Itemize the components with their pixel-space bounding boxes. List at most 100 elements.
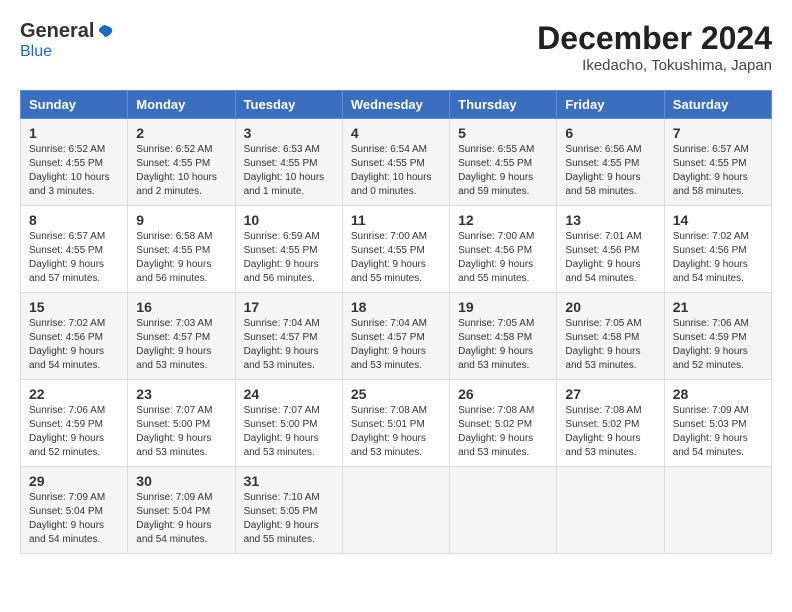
- header-tuesday: Tuesday: [235, 91, 342, 119]
- day-info: Sunrise: 7:05 AMSunset: 4:58 PMDaylight:…: [565, 317, 655, 373]
- calendar-cell: 20 Sunrise: 7:05 AMSunset: 4:58 PMDayligh…: [557, 293, 664, 380]
- day-info: Sunrise: 7:09 AMSunset: 5:03 PMDaylight:…: [673, 404, 763, 460]
- day-number: 7: [673, 125, 763, 141]
- day-info: Sunrise: 7:10 AMSunset: 5:05 PMDaylight:…: [244, 491, 334, 547]
- day-number: 23: [136, 386, 226, 402]
- day-info: Sunrise: 6:59 AMSunset: 4:55 PMDaylight:…: [244, 230, 334, 286]
- calendar-week-row: 1Sunrise: 6:52 AMSunset: 4:55 PMDaylight…: [21, 119, 772, 206]
- day-info: Sunrise: 7:06 AMSunset: 4:59 PMDaylight:…: [673, 317, 763, 373]
- day-info: Sunrise: 7:09 AMSunset: 5:04 PMDaylight:…: [29, 491, 119, 547]
- calendar-cell: 22 Sunrise: 7:06 AMSunset: 4:59 PMDayligh…: [21, 380, 128, 467]
- day-number: 16: [136, 299, 226, 315]
- calendar-cell: 4Sunrise: 6:54 AMSunset: 4:55 PMDaylight…: [342, 119, 449, 206]
- day-number: 19: [458, 299, 548, 315]
- day-number: 2: [136, 125, 226, 141]
- day-info: Sunrise: 6:53 AMSunset: 4:55 PMDaylight:…: [244, 143, 334, 199]
- day-number: 5: [458, 125, 548, 141]
- header-friday: Friday: [557, 91, 664, 119]
- calendar-cell: 6Sunrise: 6:56 AMSunset: 4:55 PMDaylight…: [557, 119, 664, 206]
- header-wednesday: Wednesday: [342, 91, 449, 119]
- header-saturday: Saturday: [664, 91, 771, 119]
- day-info: Sunrise: 6:55 AMSunset: 4:55 PMDaylight:…: [458, 143, 548, 199]
- day-info: Sunrise: 7:03 AMSunset: 4:57 PMDaylight:…: [136, 317, 226, 373]
- day-number: 8: [29, 212, 119, 228]
- day-number: 11: [351, 212, 441, 228]
- day-info: Sunrise: 7:07 AMSunset: 5:00 PMDaylight:…: [136, 404, 226, 460]
- day-info: Sunrise: 7:04 AMSunset: 4:57 PMDaylight:…: [351, 317, 441, 373]
- logo: General Blue: [20, 20, 114, 61]
- calendar-header-row: Sunday Monday Tuesday Wednesday Thursday…: [21, 91, 772, 119]
- day-info: Sunrise: 7:07 AMSunset: 5:00 PMDaylight:…: [244, 404, 334, 460]
- calendar-cell: 26Sunrise: 7:08 AMSunset: 5:02 PMDayligh…: [450, 380, 557, 467]
- day-info: Sunrise: 7:00 AMSunset: 4:55 PMDaylight:…: [351, 230, 441, 286]
- calendar-cell: 2Sunrise: 6:52 AMSunset: 4:55 PMDaylight…: [128, 119, 235, 206]
- calendar-cell: 28 Sunrise: 7:09 AMSunset: 5:03 PMDayligh…: [664, 380, 771, 467]
- day-number: 30: [136, 473, 226, 489]
- day-number: 17: [244, 299, 334, 315]
- day-info: Sunrise: 6:54 AMSunset: 4:55 PMDaylight:…: [351, 143, 441, 199]
- day-number: 28: [673, 386, 763, 402]
- calendar-cell: 5 Sunrise: 6:55 AMSunset: 4:55 PMDaylight…: [450, 119, 557, 206]
- location: Ikedacho, Tokushima, Japan: [537, 57, 772, 74]
- day-number: 27: [565, 386, 655, 402]
- day-number: 26: [458, 386, 548, 402]
- calendar-week-row: 22 Sunrise: 7:06 AMSunset: 4:59 PMDayligh…: [21, 380, 772, 467]
- day-number: 20: [565, 299, 655, 315]
- calendar-cell: 7 Sunrise: 6:57 AMSunset: 4:55 PMDaylight…: [664, 119, 771, 206]
- logo-bird-icon: [96, 23, 114, 41]
- day-number: 3: [244, 125, 334, 141]
- month-title: December 2024: [537, 20, 772, 57]
- calendar-cell: 15Sunrise: 7:02 AMSunset: 4:56 PMDayligh…: [21, 293, 128, 380]
- day-info: Sunrise: 6:57 AMSunset: 4:55 PMDaylight:…: [673, 143, 763, 199]
- day-number: 13: [565, 212, 655, 228]
- calendar-cell: [557, 467, 664, 554]
- day-number: 24: [244, 386, 334, 402]
- calendar-cell: 25 Sunrise: 7:08 AMSunset: 5:01 PMDayligh…: [342, 380, 449, 467]
- day-number: 29: [29, 473, 119, 489]
- day-number: 10: [244, 212, 334, 228]
- day-number: 12: [458, 212, 548, 228]
- day-info: Sunrise: 6:56 AMSunset: 4:55 PMDaylight:…: [565, 143, 655, 199]
- calendar-week-row: 15Sunrise: 7:02 AMSunset: 4:56 PMDayligh…: [21, 293, 772, 380]
- calendar-cell: 23 Sunrise: 7:07 AMSunset: 5:00 PMDayligh…: [128, 380, 235, 467]
- day-info: Sunrise: 6:52 AMSunset: 4:55 PMDaylight:…: [29, 143, 119, 199]
- calendar-cell: 21Sunrise: 7:06 AMSunset: 4:59 PMDayligh…: [664, 293, 771, 380]
- calendar-cell: 27 Sunrise: 7:08 AMSunset: 5:02 PMDayligh…: [557, 380, 664, 467]
- calendar-cell: 11 Sunrise: 7:00 AMSunset: 4:55 PMDayligh…: [342, 206, 449, 293]
- logo-blue-text: Blue: [20, 43, 52, 60]
- calendar-cell: 29 Sunrise: 7:09 AMSunset: 5:04 PMDayligh…: [21, 467, 128, 554]
- day-number: 18: [351, 299, 441, 315]
- calendar-week-row: 29 Sunrise: 7:09 AMSunset: 5:04 PMDayligh…: [21, 467, 772, 554]
- calendar-cell: 24 Sunrise: 7:07 AMSunset: 5:00 PMDayligh…: [235, 380, 342, 467]
- day-info: Sunrise: 7:00 AMSunset: 4:56 PMDaylight:…: [458, 230, 548, 286]
- day-number: 22: [29, 386, 119, 402]
- logo-general-text: General: [20, 20, 94, 43]
- day-info: Sunrise: 7:08 AMSunset: 5:02 PMDaylight:…: [565, 404, 655, 460]
- calendar-cell: 3 Sunrise: 6:53 AMSunset: 4:55 PMDaylight…: [235, 119, 342, 206]
- calendar-cell: 9Sunrise: 6:58 AMSunset: 4:55 PMDaylight…: [128, 206, 235, 293]
- header: General Blue December 2024 Ikedacho, Tok…: [20, 20, 772, 74]
- day-info: Sunrise: 7:06 AMSunset: 4:59 PMDaylight:…: [29, 404, 119, 460]
- calendar-cell: 8 Sunrise: 6:57 AMSunset: 4:55 PMDaylight…: [21, 206, 128, 293]
- header-monday: Monday: [128, 91, 235, 119]
- calendar-cell: 18 Sunrise: 7:04 AMSunset: 4:57 PMDayligh…: [342, 293, 449, 380]
- day-number: 31: [244, 473, 334, 489]
- day-info: Sunrise: 7:05 AMSunset: 4:58 PMDaylight:…: [458, 317, 548, 373]
- day-info: Sunrise: 7:02 AMSunset: 4:56 PMDaylight:…: [673, 230, 763, 286]
- day-info: Sunrise: 7:08 AMSunset: 5:01 PMDaylight:…: [351, 404, 441, 460]
- day-info: Sunrise: 6:57 AMSunset: 4:55 PMDaylight:…: [29, 230, 119, 286]
- calendar-cell: [342, 467, 449, 554]
- header-sunday: Sunday: [21, 91, 128, 119]
- day-info: Sunrise: 6:58 AMSunset: 4:55 PMDaylight:…: [136, 230, 226, 286]
- calendar-week-row: 8 Sunrise: 6:57 AMSunset: 4:55 PMDaylight…: [21, 206, 772, 293]
- day-number: 25: [351, 386, 441, 402]
- calendar-cell: 30 Sunrise: 7:09 AMSunset: 5:04 PMDayligh…: [128, 467, 235, 554]
- day-number: 15: [29, 299, 119, 315]
- day-info: Sunrise: 7:09 AMSunset: 5:04 PMDaylight:…: [136, 491, 226, 547]
- calendar-cell: 1Sunrise: 6:52 AMSunset: 4:55 PMDaylight…: [21, 119, 128, 206]
- calendar-cell: [664, 467, 771, 554]
- calendar-cell: 16 Sunrise: 7:03 AMSunset: 4:57 PMDayligh…: [128, 293, 235, 380]
- calendar-cell: 19 Sunrise: 7:05 AMSunset: 4:58 PMDayligh…: [450, 293, 557, 380]
- day-info: Sunrise: 7:04 AMSunset: 4:57 PMDaylight:…: [244, 317, 334, 373]
- calendar-cell: 10 Sunrise: 6:59 AMSunset: 4:55 PMDayligh…: [235, 206, 342, 293]
